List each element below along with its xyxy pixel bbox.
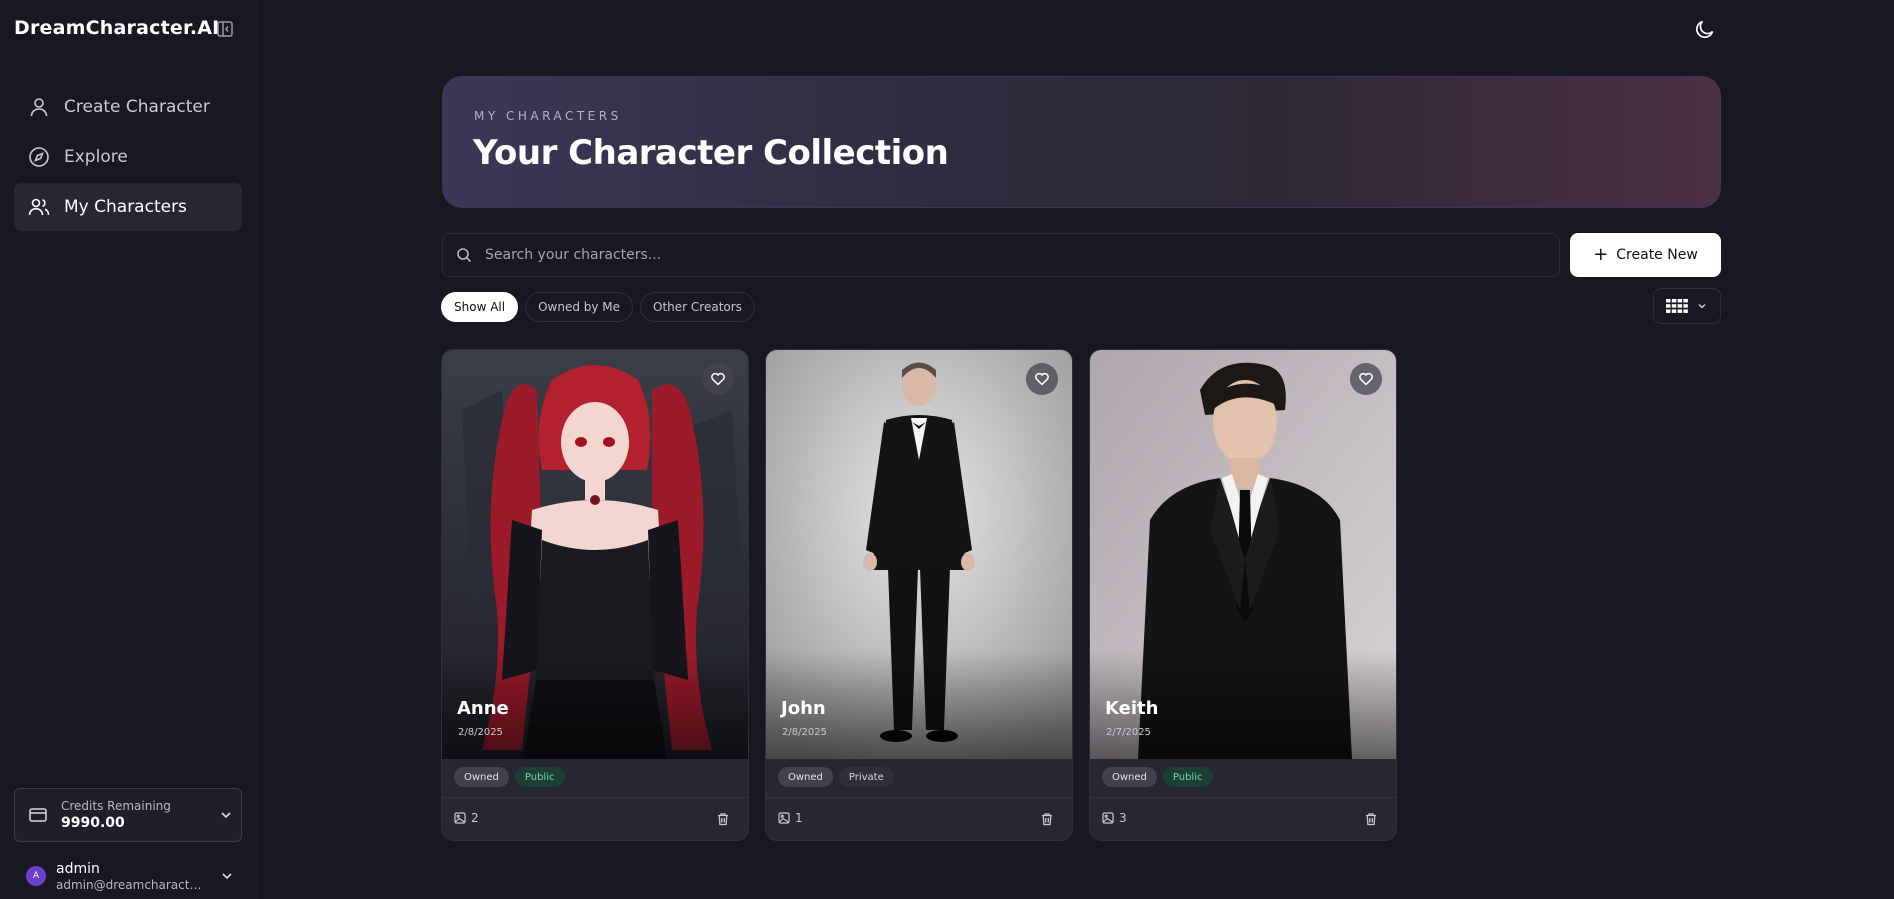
character-card-john[interactable]: John 2/8/2025 Owned Private 1: [765, 349, 1073, 841]
filter-other-creators[interactable]: Other Creators: [640, 292, 755, 322]
compass-icon: [26, 144, 52, 170]
search-bar: [442, 233, 1560, 277]
grid-view-icon: [1666, 299, 1688, 313]
user-menu[interactable]: A admin admin@dreamcharacte...: [14, 856, 242, 896]
character-name: Keith: [1105, 698, 1159, 719]
divider: [442, 797, 748, 798]
delete-button[interactable]: [714, 810, 732, 828]
image-count-value: 3: [1119, 811, 1127, 825]
credits-label: Credits Remaining: [61, 799, 171, 813]
favorite-button[interactable]: [1350, 363, 1382, 395]
character-name: John: [781, 698, 826, 719]
chevron-down-icon: [211, 808, 241, 822]
filter-owned-by-me[interactable]: Owned by Me: [525, 292, 634, 322]
delete-button[interactable]: [1362, 810, 1380, 828]
create-new-label: Create New: [1616, 247, 1698, 263]
character-badges: Owned Private: [778, 767, 894, 787]
divider: [766, 797, 1072, 798]
theme-toggle-button[interactable]: [1692, 16, 1718, 42]
image-count: 3: [1102, 811, 1127, 825]
visibility-badge: Private: [838, 767, 894, 787]
character-badges: Owned Public: [454, 767, 565, 787]
page-title: Your Character Collection: [473, 133, 949, 173]
chevron-down-icon: [1698, 303, 1706, 309]
panel-collapse-icon: [217, 21, 233, 37]
heart-icon: [711, 372, 725, 386]
moon-icon: [1696, 20, 1714, 38]
owned-badge: Owned: [454, 767, 509, 787]
hero-banner: MY CHARACTERS Your Character Collection: [442, 76, 1721, 208]
character-card-anne[interactable]: Anne 2/8/2025 Owned Public 2: [441, 349, 749, 841]
image-count-value: 2: [471, 811, 479, 825]
plus-icon: +: [1593, 244, 1609, 265]
sidebar-item-label: Create Character: [64, 97, 210, 117]
character-date: 2/8/2025: [458, 727, 503, 738]
character-card-keith[interactable]: Keith 2/7/2025 Owned Public 3: [1089, 349, 1397, 841]
sidebar-item-explore[interactable]: Explore: [14, 133, 242, 181]
heart-icon: [1359, 372, 1373, 386]
sidebar-item-create-character[interactable]: Create Character: [14, 83, 242, 131]
visibility-badge: Public: [514, 767, 565, 787]
filter-chips: Show All Owned by Me Other Creators: [441, 292, 755, 322]
trash-icon: [1042, 813, 1052, 826]
image-count: 2: [454, 811, 479, 825]
character-name: Anne: [457, 698, 509, 719]
create-new-button[interactable]: + Create New: [1570, 233, 1721, 277]
heart-icon: [1035, 372, 1049, 386]
owned-badge: Owned: [1102, 767, 1157, 787]
user-email: admin@dreamcharacte...: [56, 877, 206, 892]
favorite-button[interactable]: [702, 363, 734, 395]
visibility-badge: Public: [1162, 767, 1213, 787]
character-date: 2/7/2025: [1106, 727, 1151, 738]
chevron-down-icon: [212, 869, 242, 883]
sidebar-nav: Create Character Explore My Characters: [14, 83, 242, 233]
user-name: admin: [56, 860, 100, 877]
image-icon: [778, 812, 790, 824]
character-date: 2/8/2025: [782, 727, 827, 738]
brand-logo-text[interactable]: DreamCharacter.AI: [14, 17, 219, 39]
owned-badge: Owned: [778, 767, 833, 787]
search-icon: [455, 246, 473, 264]
image-icon: [454, 812, 466, 824]
filter-show-all[interactable]: Show All: [441, 292, 519, 322]
view-mode-dropdown[interactable]: [1653, 288, 1721, 324]
search-input[interactable]: [485, 247, 1559, 263]
sidebar-item-my-characters[interactable]: My Characters: [14, 183, 242, 231]
sidebar-item-label: Explore: [64, 147, 128, 167]
trash-icon: [718, 813, 728, 826]
character-badges: Owned Public: [1102, 767, 1213, 787]
collapse-sidebar-button[interactable]: [214, 18, 236, 40]
trash-icon: [1366, 813, 1376, 826]
hero-eyebrow: MY CHARACTERS: [474, 109, 622, 123]
delete-button[interactable]: [1038, 810, 1056, 828]
image-icon: [1102, 812, 1114, 824]
image-count-value: 1: [795, 811, 803, 825]
divider: [1090, 797, 1396, 798]
user-icon: [26, 94, 52, 120]
image-count: 1: [778, 811, 803, 825]
credits-dropdown[interactable]: Credits Remaining 9990.00: [14, 788, 242, 842]
credit-card-icon: [27, 804, 49, 826]
avatar: A: [26, 866, 46, 886]
sidebar-item-label: My Characters: [64, 197, 187, 217]
credits-value: 9990.00: [61, 815, 125, 831]
users-icon: [26, 194, 52, 220]
favorite-button[interactable]: [1026, 363, 1058, 395]
sidebar: DreamCharacter.AI Create Character Explo…: [0, 0, 258, 899]
